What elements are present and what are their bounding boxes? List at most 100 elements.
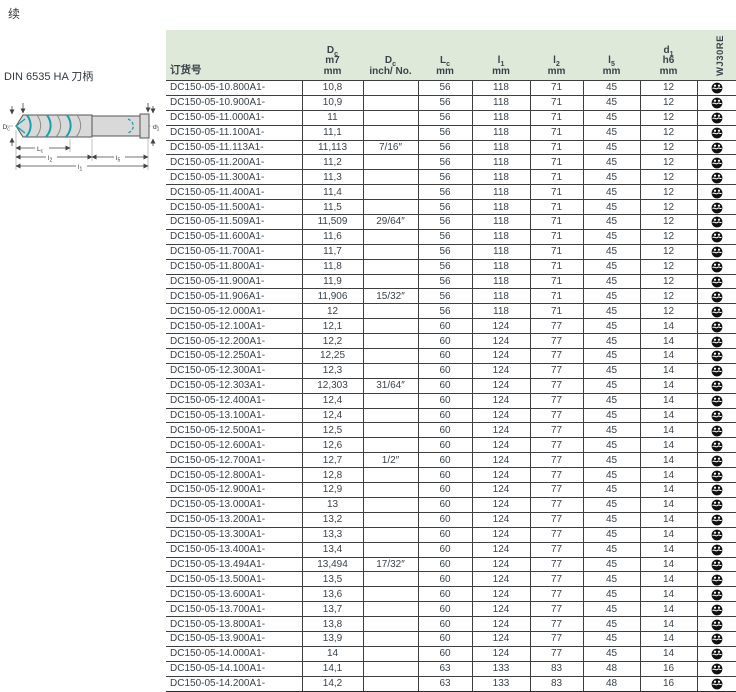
dc-inch-cell: 7/16″ — [363, 140, 418, 155]
l2-cell: 77 — [530, 453, 583, 468]
dc-inch-cell — [363, 110, 418, 125]
drill-face-coolant-icon — [711, 350, 723, 362]
l1-cell: 118 — [472, 274, 530, 289]
table-row: DC150-05-13.100A1- 12,4 60 124 77 45 14 — [166, 408, 736, 423]
grade-icon-cell — [697, 557, 736, 572]
grade-icon-cell — [697, 393, 736, 408]
grade-icon-cell — [697, 661, 736, 676]
d1-cell: 12 — [640, 289, 697, 304]
col-header-l1: l1 mm — [472, 30, 530, 81]
grade-icon-cell — [697, 423, 736, 438]
l1-cell: 118 — [472, 170, 530, 185]
l2-cell: 71 — [530, 140, 583, 155]
dc-mm-cell: 12,1 — [302, 319, 363, 334]
drill-face-coolant-icon — [711, 202, 723, 214]
dc-mm-cell: 12,8 — [302, 468, 363, 483]
table-row: DC150-05-11.100A1- 11,1 56 118 71 45 12 — [166, 125, 736, 140]
l5-cell: 45 — [583, 140, 640, 155]
l1-cell: 124 — [472, 334, 530, 349]
l2-cell: 71 — [530, 110, 583, 125]
dim-label-dc: Dc — [3, 124, 11, 133]
lc-cell: 60 — [418, 363, 472, 378]
table-row: DC150-05-11.600A1- 11,6 56 118 71 45 12 — [166, 229, 736, 244]
table-row: DC150-05-11.700A1- 11,7 56 118 71 45 12 — [166, 244, 736, 259]
grade-icon-cell — [697, 125, 736, 140]
table-body: DC150-05-10.800A1- 10,8 56 118 71 45 12 … — [166, 81, 736, 692]
drill-face-coolant-icon — [711, 455, 723, 467]
order-no-cell: DC150-05-13.000A1- — [166, 497, 302, 512]
dc-inch-cell: 31/64″ — [363, 378, 418, 393]
l2-cell: 71 — [530, 200, 583, 215]
d1-cell: 14 — [640, 423, 697, 438]
l1-cell: 118 — [472, 125, 530, 140]
table-row: DC150-05-11.113A1- 11,113 7/16″ 56 118 7… — [166, 140, 736, 155]
l2-cell: 77 — [530, 363, 583, 378]
dc-inch-cell — [363, 95, 418, 110]
l1-cell: 124 — [472, 512, 530, 527]
dc-inch-cell — [363, 259, 418, 274]
drill-face-coolant-icon — [711, 514, 723, 526]
drill-face-coolant-icon — [711, 604, 723, 616]
l2-cell: 77 — [530, 378, 583, 393]
grade-icon-cell — [697, 319, 736, 334]
d1-cell: 14 — [640, 408, 697, 423]
l5-cell: 48 — [583, 661, 640, 676]
order-no-cell: DC150-05-12.600A1- — [166, 438, 302, 453]
dc-inch-cell — [363, 646, 418, 661]
l1-cell: 118 — [472, 81, 530, 96]
l5-cell: 45 — [583, 185, 640, 200]
l2-cell: 77 — [530, 527, 583, 542]
order-no-cell: DC150-05-11.400A1- — [166, 185, 302, 200]
dc-mm-cell: 12 — [302, 304, 363, 319]
drill-shank — [92, 116, 140, 136]
dc-mm-cell: 12,4 — [302, 393, 363, 408]
l2-cell: 77 — [530, 646, 583, 661]
grade-icon-cell — [697, 95, 736, 110]
grade-icon-cell — [697, 676, 736, 691]
grade-icon-cell — [697, 646, 736, 661]
dc-mm-cell: 13,5 — [302, 572, 363, 587]
drill-face-coolant-icon — [711, 82, 723, 94]
drill-spec-table: 订货号 Dc m7 mm Dc inch/ No. Lc mm l1 mm — [166, 30, 736, 692]
lc-cell: 56 — [418, 155, 472, 170]
dc-mm-cell: 13,6 — [302, 587, 363, 602]
d1-cell: 14 — [640, 572, 697, 587]
table-row: DC150-05-11.906A1- 11,906 15/32″ 56 118 … — [166, 289, 736, 304]
l1-cell: 118 — [472, 229, 530, 244]
d1-cell: 14 — [640, 363, 697, 378]
order-no-cell: DC150-05-13.400A1- — [166, 542, 302, 557]
d1-cell: 12 — [640, 304, 697, 319]
col-header-grade-wj30re: WJ30RE — [697, 30, 736, 81]
l1-cell: 118 — [472, 200, 530, 215]
l1-cell: 124 — [472, 557, 530, 572]
dc-mm-cell: 13 — [302, 497, 363, 512]
dc-mm-cell: 11,5 — [302, 200, 363, 215]
l1-cell: 124 — [472, 587, 530, 602]
lc-cell: 56 — [418, 200, 472, 215]
d1-cell: 12 — [640, 125, 697, 140]
catalog-page: 续 DIN 6535 HA 刀柄 D — [0, 0, 736, 688]
l1-cell: 124 — [472, 497, 530, 512]
dc-inch-cell — [363, 170, 418, 185]
drill-face-coolant-icon — [711, 678, 723, 690]
grade-icon-cell — [697, 512, 736, 527]
lc-cell: 60 — [418, 378, 472, 393]
l1-cell: 124 — [472, 438, 530, 453]
l5-cell: 45 — [583, 587, 640, 602]
l2-cell: 71 — [530, 289, 583, 304]
l1-cell: 124 — [472, 572, 530, 587]
grade-icon-cell — [697, 334, 736, 349]
l1-cell: 118 — [472, 289, 530, 304]
grade-icon-cell — [697, 110, 736, 125]
dc-mm-cell: 10,9 — [302, 95, 363, 110]
l5-cell: 45 — [583, 334, 640, 349]
dc-inch-cell — [363, 423, 418, 438]
dc-inch-cell — [363, 408, 418, 423]
l2-cell: 77 — [530, 408, 583, 423]
l1-cell: 118 — [472, 140, 530, 155]
table-row: DC150-05-12.100A1- 12,1 60 124 77 45 14 — [166, 319, 736, 334]
order-no-cell: DC150-05-12.800A1- — [166, 468, 302, 483]
dc-mm-cell: 13,494 — [302, 557, 363, 572]
l2-cell: 71 — [530, 259, 583, 274]
d1-cell: 14 — [640, 349, 697, 364]
